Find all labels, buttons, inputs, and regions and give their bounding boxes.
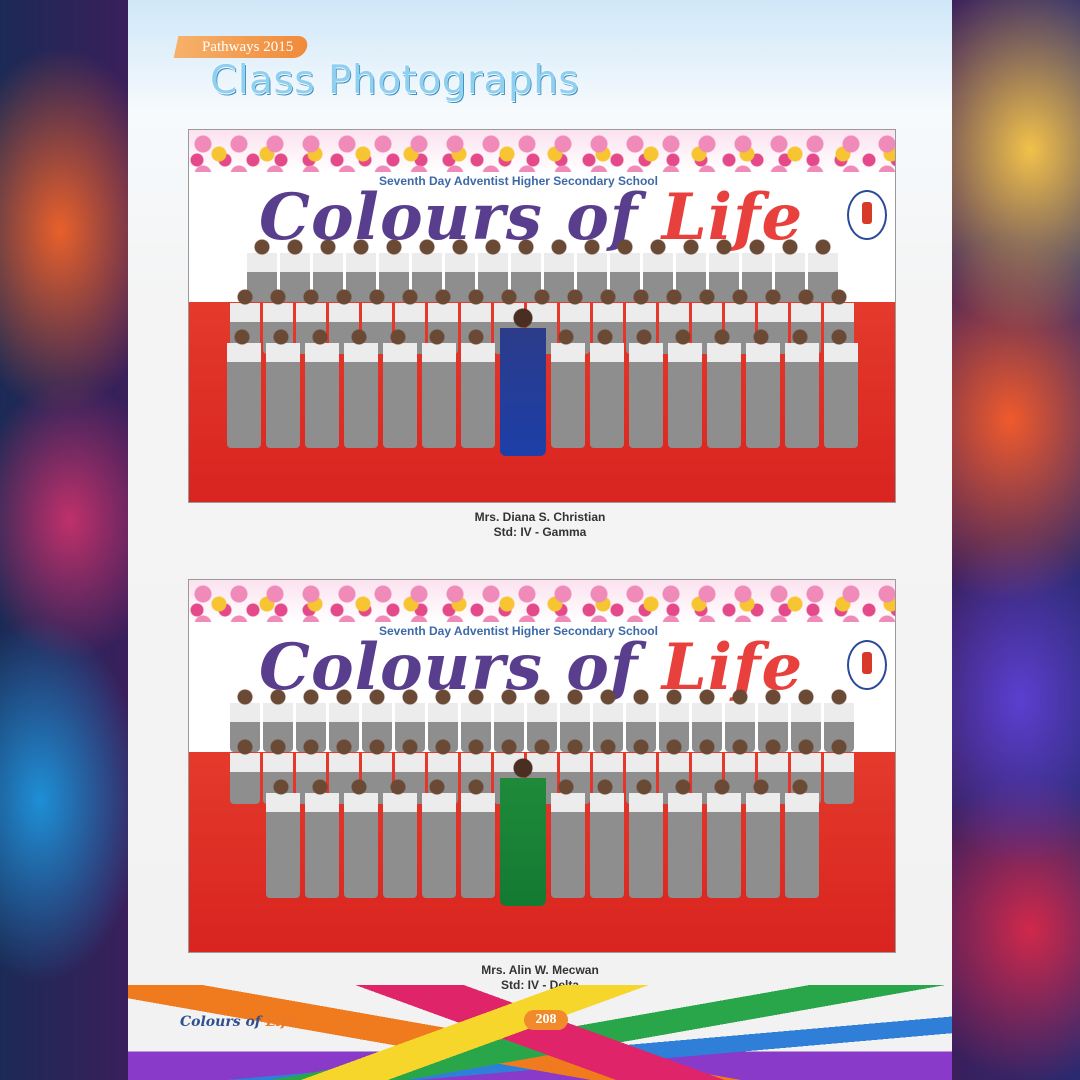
student-figure: [706, 328, 741, 448]
student-figure: [784, 778, 819, 898]
student-figure: [667, 328, 702, 448]
students-group: [189, 130, 895, 502]
student-figure: [460, 778, 495, 898]
magazine-page: Pathways 2015 Class Photographs Seventh …: [128, 0, 952, 1080]
student-figure: [304, 778, 339, 898]
students-group: [189, 580, 895, 952]
teacher-name: Mrs. Diana S. Christian: [474, 510, 606, 524]
student-figure: [589, 778, 624, 898]
class-photo-gamma: Seventh Day Adventist Higher Secondary S…: [188, 129, 896, 503]
student-figure: [628, 778, 663, 898]
series-label: Pathways 2015: [202, 39, 294, 55]
student-figure: [823, 328, 858, 448]
student-figure: [628, 328, 663, 448]
student-figure: [706, 778, 741, 898]
class-photo-delta: Seventh Day Adventist Higher Secondary S…: [188, 579, 896, 953]
student-figure: [265, 778, 300, 898]
student-figure: [589, 328, 624, 448]
student-figure: [784, 328, 819, 448]
student-figure: [265, 328, 300, 448]
front-row: [189, 306, 895, 456]
student-figure: [226, 328, 261, 448]
footer-brand-colours: Colours of: [180, 1014, 261, 1030]
teacher-figure: [499, 306, 546, 456]
caption-gamma: Mrs. Diana S. Christian Std: IV - Gamma: [128, 510, 952, 540]
student-figure: [550, 328, 585, 448]
student-figure: [343, 778, 378, 898]
student-figure: [460, 328, 495, 448]
student-figure: [343, 328, 378, 448]
footer-brand-life: Life: [265, 1014, 296, 1030]
student-figure: [550, 778, 585, 898]
page-number: 208: [524, 1010, 568, 1030]
front-row: [189, 756, 895, 906]
paint-strokes-decoration: [128, 985, 952, 1080]
student-figure: [382, 778, 417, 898]
student-figure: [667, 778, 702, 898]
student-figure: [745, 328, 780, 448]
footer-brand: Colours of Life: [180, 1014, 296, 1030]
student-figure: [304, 328, 339, 448]
class-name: Std: IV - Gamma: [493, 525, 587, 539]
teacher-figure: [499, 756, 546, 906]
series-tag: Pathways 2015: [173, 36, 310, 58]
student-figure: [745, 778, 780, 898]
student-figure: [421, 328, 456, 448]
teacher-name: Mrs. Alin W. Mecwan: [481, 963, 599, 977]
student-figure: [382, 328, 417, 448]
student-figure: [421, 778, 456, 898]
page-title: Class Photographs: [210, 58, 580, 103]
